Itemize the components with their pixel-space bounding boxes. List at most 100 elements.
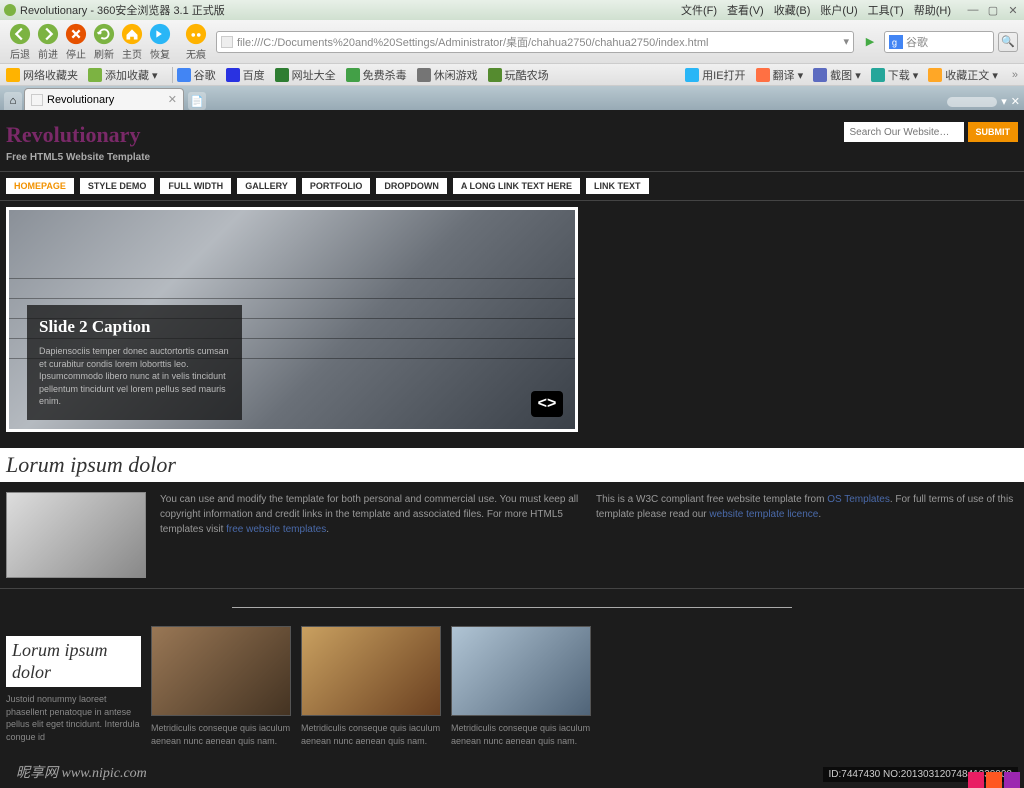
card-1-image	[151, 626, 291, 716]
zoom-slider[interactable]	[947, 97, 997, 107]
intro-text-1: You can use and modify the template for …	[160, 492, 582, 578]
slide-caption: Slide 2 Caption Dapiensociis temper done…	[27, 305, 242, 420]
bm-netfav[interactable]: 网络收藏夹	[6, 67, 78, 83]
corner-icon-1	[968, 772, 984, 788]
bm-translate[interactable]: 翻译 ▾	[756, 67, 804, 83]
browser-favicon	[4, 4, 16, 16]
hero-slider: Slide 2 Caption Dapiensociis temper done…	[6, 207, 578, 432]
home-label: 主页	[122, 46, 142, 61]
tab-home-button[interactable]: ⌂	[4, 92, 22, 110]
go-button[interactable]: ▶	[860, 32, 880, 52]
card-3-text: Metridiculis conseque quis iaculum aenea…	[451, 722, 591, 747]
menu-view[interactable]: 查看(V)	[727, 2, 764, 18]
stop-label: 停止	[66, 46, 86, 61]
menu-account[interactable]: 账户(U)	[820, 2, 857, 18]
maximize-button[interactable]: ▢	[986, 3, 1000, 17]
menu-favorites[interactable]: 收藏(B)	[774, 2, 811, 18]
site-header: Revolutionary Free HTML5 Website Templat…	[0, 110, 1024, 171]
card-3-image	[451, 626, 591, 716]
slider-nav-arrows[interactable]: <>	[531, 391, 563, 417]
url-bar[interactable]: file:///C:/Documents%20and%20Settings/Ad…	[216, 31, 854, 53]
menu-tools[interactable]: 工具(T)	[868, 2, 904, 18]
refresh-label: 刷新	[94, 46, 114, 61]
card-1-text: Metridiculis conseque quis iaculum aenea…	[151, 722, 291, 747]
restore-label: 恢复	[150, 46, 170, 61]
card-2-text: Metridiculis conseque quis iaculum aenea…	[301, 722, 441, 747]
site-search: SUBMIT	[844, 122, 1019, 142]
search-placeholder: 谷歌	[906, 34, 928, 50]
restore-icon[interactable]	[149, 23, 171, 45]
watermark-left: 昵享网 www.nipic.com	[16, 762, 147, 782]
tab-close-all-icon[interactable]: ✕	[1011, 95, 1020, 108]
card-1: Metridiculis conseque quis iaculum aenea…	[151, 626, 291, 747]
bm-ie[interactable]: 用IE打开	[685, 67, 745, 83]
menu-help[interactable]: 帮助(H)	[914, 2, 951, 18]
caption-title: Slide 2 Caption	[39, 317, 230, 337]
close-button[interactable]: ✕	[1006, 3, 1020, 17]
slider-wrap: Slide 2 Caption Dapiensociis temper done…	[0, 201, 1024, 438]
link-templates[interactable]: free website templates	[226, 524, 326, 535]
nav-homepage[interactable]: HOMEPAGE	[6, 178, 74, 194]
tab-bar: ⌂ Revolutionary ✕ 📄 ▾ ✕	[0, 86, 1024, 110]
bm-screenshot[interactable]: 截图 ▾	[813, 67, 861, 83]
section2-heading: Lorum ipsum dolor	[6, 636, 141, 687]
intro-text-2: This is a W3C compliant free website tem…	[596, 492, 1018, 578]
window-title: Revolutionary - 360安全浏览器 3.1 正式版	[20, 2, 225, 18]
bm-games[interactable]: 休闲游戏	[417, 67, 478, 83]
caption-text: Dapiensociis temper donec auctortortis c…	[39, 345, 230, 408]
divider	[232, 607, 792, 608]
search-button[interactable]: 🔍	[998, 32, 1018, 52]
bm-antivirus[interactable]: 免费杀毒	[346, 67, 407, 83]
browser-toolbar: 后退 前进 停止 刷新 主页 恢复 无痕 file:///C:/Document…	[0, 20, 1024, 64]
tab-favicon	[31, 94, 43, 106]
new-tab-button[interactable]: 📄	[188, 92, 206, 110]
url-dropdown-icon[interactable]: ▾	[843, 35, 849, 48]
nav-fullwidth[interactable]: FULL WIDTH	[160, 178, 231, 194]
lower-left-text: Justoid nonummy laoreet phasellent penat…	[6, 693, 141, 743]
refresh-icon[interactable]	[93, 23, 115, 45]
bm-save[interactable]: 收藏正文 ▾	[928, 67, 998, 83]
nav-styledemo[interactable]: STYLE DEMO	[80, 178, 155, 194]
link-licence[interactable]: website template licence	[709, 509, 818, 520]
intro-image	[6, 492, 146, 578]
nav-gallery[interactable]: GALLERY	[237, 178, 296, 194]
browser-search[interactable]: g 谷歌	[884, 31, 994, 53]
site-title: Revolutionary	[6, 122, 150, 148]
tab-dropdown-icon[interactable]: ▾	[1001, 95, 1007, 108]
nav-dropdown[interactable]: DROPDOWN	[376, 178, 447, 194]
incognito-label: 无痕	[186, 46, 206, 61]
nav-longlink[interactable]: A LONG LINK TEXT HERE	[453, 178, 580, 194]
back-icon[interactable]	[9, 23, 31, 45]
site-subtitle: Free HTML5 Website Template	[6, 152, 150, 163]
bm-addfav[interactable]: 添加收藏 ▾	[88, 67, 158, 83]
link-os[interactable]: OS Templates	[827, 494, 890, 505]
browser-title-bar: Revolutionary - 360安全浏览器 3.1 正式版 文件(F) 查…	[0, 0, 1024, 20]
bm-download[interactable]: 下载 ▾	[871, 67, 919, 83]
url-text: file:///C:/Documents%20and%20Settings/Ad…	[237, 34, 708, 50]
tab-label: Revolutionary	[47, 94, 114, 106]
stop-icon[interactable]	[65, 23, 87, 45]
nav-linktext[interactable]: LINK TEXT	[586, 178, 649, 194]
tab-close-icon[interactable]: ✕	[168, 93, 177, 106]
menu-file[interactable]: 文件(F)	[681, 2, 717, 18]
home-icon[interactable]	[121, 23, 143, 45]
bookmark-bar: 网络收藏夹 添加收藏 ▾ 谷歌 百度 网址大全 免费杀毒 休闲游戏 玩酷农场 用…	[0, 64, 1024, 86]
bm-overflow-icon[interactable]: »	[1012, 69, 1018, 81]
search-input[interactable]	[844, 122, 964, 142]
tab-active[interactable]: Revolutionary ✕	[24, 88, 184, 110]
bm-google[interactable]: 谷歌	[177, 67, 216, 83]
svg-text:g: g	[892, 37, 897, 47]
forward-icon[interactable]	[37, 23, 59, 45]
bm-farm[interactable]: 玩酷农场	[488, 67, 549, 83]
lower-section: Lorum ipsum dolor Justoid nonummy laoree…	[0, 626, 1024, 747]
bm-baidu[interactable]: 百度	[226, 67, 265, 83]
minimize-button[interactable]: —	[966, 3, 980, 17]
slide-image: Slide 2 Caption Dapiensociis temper done…	[9, 210, 575, 429]
corner-icons	[968, 772, 1020, 788]
submit-button[interactable]: SUBMIT	[968, 122, 1019, 142]
bm-sites[interactable]: 网址大全	[275, 67, 336, 83]
lower-left: Lorum ipsum dolor Justoid nonummy laoree…	[6, 626, 141, 747]
card-2: Metridiculis conseque quis iaculum aenea…	[301, 626, 441, 747]
incognito-icon[interactable]	[185, 23, 207, 45]
nav-portfolio[interactable]: PORTFOLIO	[302, 178, 371, 194]
